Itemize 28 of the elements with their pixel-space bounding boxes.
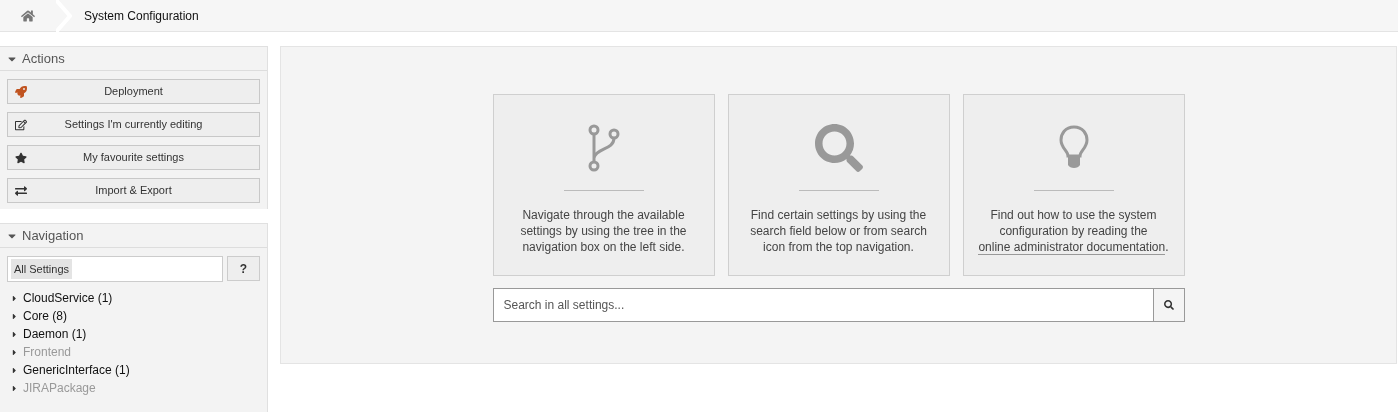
exchange-icon bbox=[15, 184, 27, 197]
action-button[interactable]: Import & Export bbox=[7, 178, 260, 203]
filter-tag: All Settings bbox=[11, 258, 73, 280]
branch-icon bbox=[587, 124, 620, 172]
search-icon bbox=[814, 124, 863, 172]
lightbulb-icon bbox=[1058, 125, 1089, 171]
tree-item[interactable]: Core (8) bbox=[23, 307, 67, 325]
card-text: Find certain settings by using the search field below or from search icon from the top navigation. bbox=[749, 207, 928, 255]
filter-field[interactable]: All Settings bbox=[7, 256, 223, 282]
tree-item[interactable]: GenericInterface (1) bbox=[23, 361, 130, 379]
card-text: Navigate through the available settings by using the tree in the navigation box on the left side. bbox=[519, 207, 688, 255]
panel-title: Navigation bbox=[22, 226, 84, 245]
action-button[interactable]: Deployment bbox=[7, 79, 260, 104]
card-text: Find out how to use the system configuration by reading the online administrator documentation. bbox=[977, 207, 1170, 255]
page-title: System Configuration bbox=[84, 7, 199, 25]
edit-icon bbox=[15, 118, 27, 131]
rocket-icon bbox=[15, 85, 27, 98]
help-button[interactable]: ? bbox=[227, 256, 260, 281]
home-icon bbox=[21, 8, 35, 23]
tree-item[interactable]: Daemon (1) bbox=[23, 325, 87, 343]
star-icon bbox=[15, 151, 27, 164]
search-field[interactable]: Search in all settings... bbox=[492, 288, 1154, 322]
action-button[interactable]: My favourite settings bbox=[7, 145, 260, 170]
panel-title: Actions bbox=[22, 49, 65, 68]
search-button[interactable] bbox=[1153, 288, 1185, 322]
action-button[interactable]: Settings I'm currently editing bbox=[7, 112, 260, 137]
search-icon bbox=[1163, 300, 1174, 310]
tree-item[interactable]: CloudService (1) bbox=[23, 289, 113, 307]
